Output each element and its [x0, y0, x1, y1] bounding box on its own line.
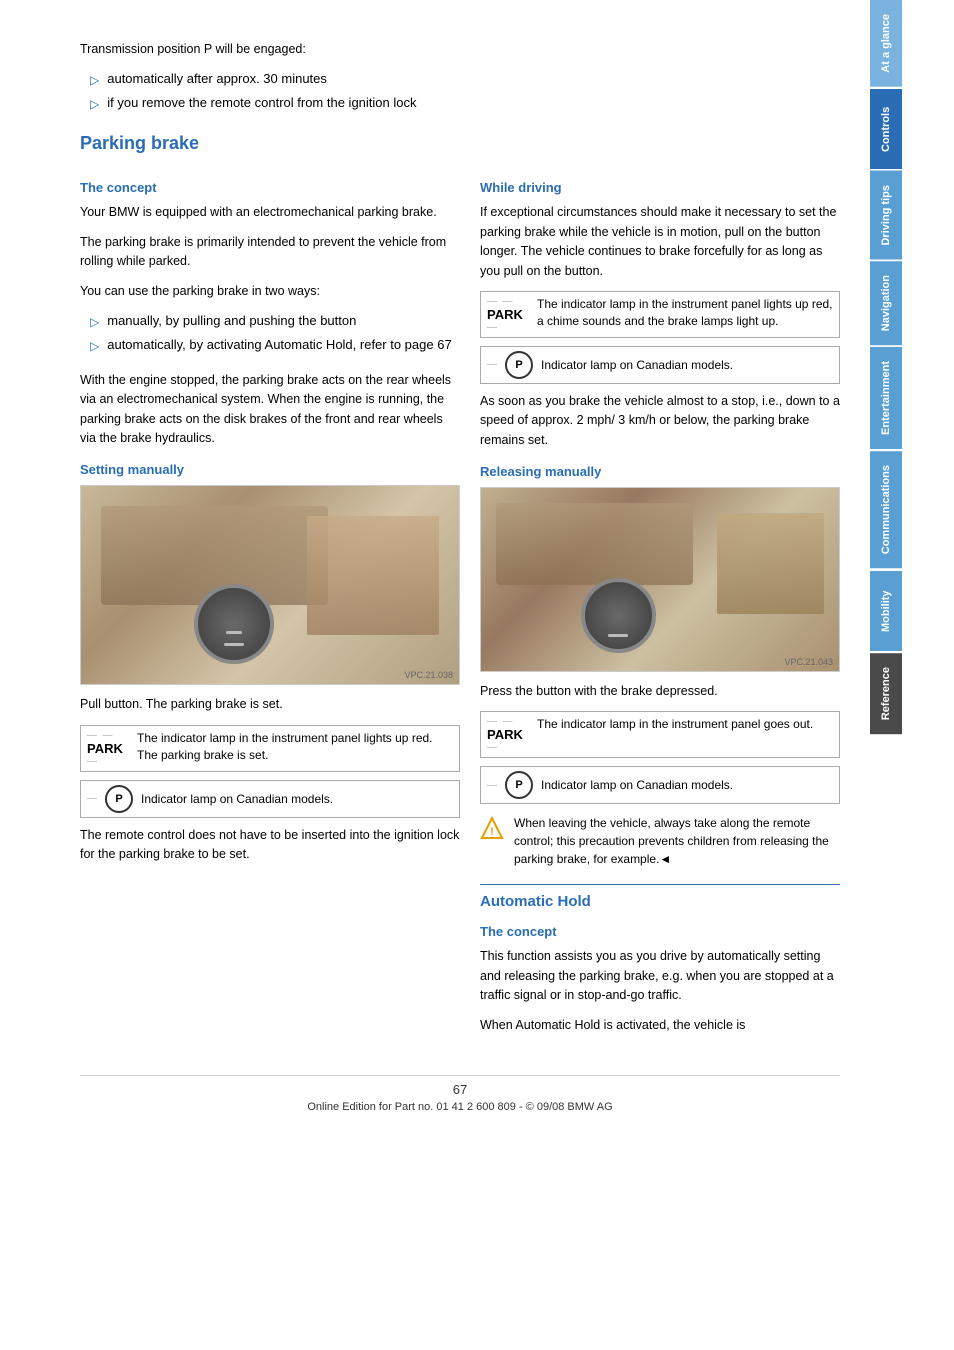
park-dashes-bottom: —: [87, 756, 137, 767]
p-circle-text: Indicator lamp on Canadian models.: [141, 792, 333, 806]
as-soon-text: As soon as you brake the vehicle almost …: [480, 392, 840, 450]
bullet-item: ▷ manually, by pulling and pushing the b…: [90, 311, 460, 331]
bullet-arrow-icon: ▷: [90, 337, 99, 355]
setting-manually-subtitle: Setting manually: [80, 462, 460, 477]
setting-manually-image: VPC.21.038: [80, 485, 460, 685]
while-driving-p1: If exceptional circumstances should make…: [480, 203, 840, 281]
bullet-item: ▷ automatically, by activating Automatic…: [90, 335, 460, 355]
sidebar-tab-at-a-glance[interactable]: At a glance: [870, 0, 902, 87]
concept-p3: You can use the parking brake in two way…: [80, 282, 460, 301]
sidebar-tab-navigation[interactable]: Navigation: [870, 261, 902, 345]
concept-p1: Your BMW is equipped with an electromech…: [80, 203, 460, 222]
park-label: PARK: [487, 727, 537, 742]
bullet-arrow-icon: ▷: [90, 313, 99, 331]
p-circle-icon: P: [105, 785, 133, 813]
automatic-hold-p2: When Automatic Hold is activated, the ve…: [480, 1016, 840, 1035]
park-label: PARK: [487, 307, 537, 322]
page-number: 67: [80, 1082, 840, 1097]
sidebar-tab-communications[interactable]: Communications: [870, 451, 902, 568]
releasing-park-box: — — PARK — The indicator lamp in the ins…: [480, 711, 840, 758]
park-box-text: The indicator lamp in the instrument pan…: [537, 716, 813, 733]
concept-p4: With the engine stopped, the parking bra…: [80, 371, 460, 449]
footer-text: Online Edition for Part no. 01 41 2 600 …: [307, 1101, 612, 1113]
while-driving-subtitle: While driving: [480, 180, 840, 195]
car-interior-graphic-2: [481, 488, 839, 671]
while-driving-park-box: — — PARK — The indicator lamp in the ins…: [480, 291, 840, 338]
sidebar-tab-controls[interactable]: Controls: [870, 89, 902, 169]
park-dashes: — —: [487, 296, 537, 307]
sidebar-tab-reference[interactable]: Reference: [870, 653, 902, 734]
right-column: While driving If exceptional circumstanc…: [480, 166, 840, 1045]
park-box-text: The indicator lamp in the instrument pan…: [537, 296, 833, 330]
automatic-hold-title: Automatic Hold: [480, 893, 840, 910]
image-watermark-2: VPC.21.043: [784, 657, 833, 667]
bullet-item: ▷ automatically after approx. 30 minutes: [90, 69, 840, 89]
park-indicator-box: — — PARK — The indicator lamp in the ins…: [80, 725, 460, 772]
park-dashes: — —: [487, 716, 537, 727]
parking-brake-title: Parking brake: [80, 133, 840, 154]
warning-triangle-icon: !: [480, 816, 504, 840]
automatic-hold-p1: This function assists you as you drive b…: [480, 947, 840, 1005]
warning-text: When leaving the vehicle, always take al…: [514, 814, 840, 868]
bullet-arrow-icon: ▷: [90, 71, 99, 89]
automatic-hold-concept-subtitle: The concept: [480, 924, 840, 939]
p-circle-indicator: — P Indicator lamp on Canadian models.: [80, 780, 460, 818]
bullet-arrow-icon: ▷: [90, 95, 99, 113]
bullet-item: ▷ if you remove the remote control from …: [90, 93, 840, 113]
releasing-manually-image: VPC.21.043: [480, 487, 840, 672]
p-circle-text: Indicator lamp on Canadian models.: [541, 358, 733, 372]
sidebar-tab-mobility[interactable]: Mobility: [870, 571, 902, 651]
while-driving-p-circle: — P Indicator lamp on Canadian models.: [480, 346, 840, 384]
sidebar-tab-driving-tips[interactable]: Driving tips: [870, 171, 902, 260]
svg-text:!: !: [490, 826, 494, 838]
park-dashes: — —: [87, 730, 137, 741]
intro-bullets: ▷ automatically after approx. 30 minutes…: [90, 69, 840, 113]
section-divider: [480, 884, 840, 885]
intro-text: Transmission position P will be engaged:: [80, 40, 840, 59]
releasing-p-circle: — P Indicator lamp on Canadian models.: [480, 766, 840, 804]
concept-subtitle: The concept: [80, 180, 460, 195]
left-column: The concept Your BMW is equipped with an…: [80, 166, 460, 1045]
image-watermark: VPC.21.038: [404, 670, 453, 680]
remote-text: The remote control does not have to be i…: [80, 826, 460, 865]
releasing-p-circle-text: Indicator lamp on Canadian models.: [541, 778, 733, 792]
releasing-manually-subtitle: Releasing manually: [480, 464, 840, 479]
park-label: PARK: [87, 741, 137, 756]
p-circle-icon: P: [505, 351, 533, 379]
setting-caption: Pull button. The parking brake is set.: [80, 695, 460, 714]
car-interior-graphic: [81, 486, 459, 684]
concept-p2: The parking brake is primarily intended …: [80, 233, 460, 272]
p-circle-icon-2: P: [505, 771, 533, 799]
warning-box: ! When leaving the vehicle, always take …: [480, 814, 840, 868]
park-dashes-bottom: —: [487, 742, 537, 753]
sidebar-tab-entertainment[interactable]: Entertainment: [870, 347, 902, 449]
releasing-caption: Press the button with the brake depresse…: [480, 682, 840, 701]
page-footer: 67 Online Edition for Part no. 01 41 2 6…: [80, 1075, 840, 1113]
park-dashes-bottom: —: [487, 322, 537, 333]
sidebar: At a glance Controls Driving tips Naviga…: [870, 0, 902, 1350]
park-box-text: The indicator lamp in the instrument pan…: [137, 730, 453, 764]
concept-bullets: ▷ manually, by pulling and pushing the b…: [90, 311, 460, 355]
